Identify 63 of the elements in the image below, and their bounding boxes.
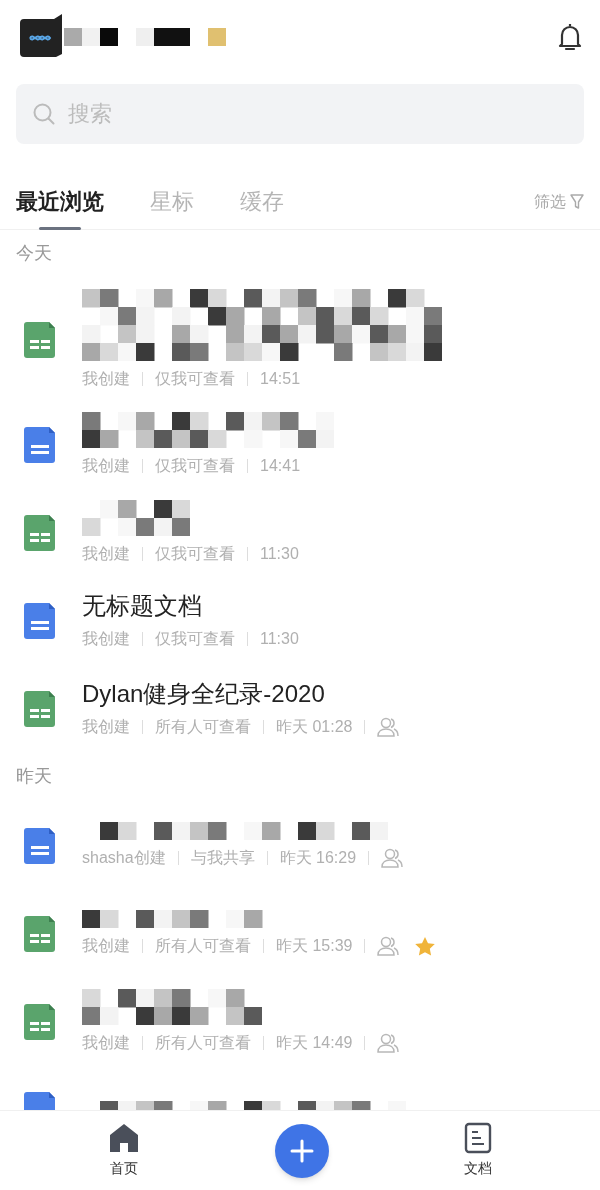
file-meta-text: 仅我可查看 [155, 456, 235, 476]
file-meta-text: 所有人可查看 [155, 936, 251, 956]
file-row[interactable]: 我创建 所有人可查看 昨天 14:49 [0, 978, 600, 1066]
file-meta-text: 我创建 [82, 936, 130, 956]
file-row[interactable]: shasha创建 与我共享 昨天 16:29 [0, 802, 600, 890]
file-meta-text: 14:51 [260, 369, 301, 389]
shared-people-icon [381, 848, 404, 868]
document-file-icon [24, 603, 58, 639]
spreadsheet-file-icon [24, 691, 58, 727]
file-meta-text: 11:30 [260, 544, 299, 564]
file-row[interactable]: 我创建 仅我可查看 14:41 [0, 401, 600, 489]
search-icon [32, 102, 56, 126]
file-row[interactable]: Dylan健身全纪录-2020 我创建 所有人可查看 昨天 01:28 [0, 665, 600, 753]
file-meta-text: 所有人可查看 [155, 717, 251, 737]
plus-icon [290, 1138, 314, 1163]
search-field[interactable]: 搜索 [16, 84, 584, 144]
file-meta-text: 昨天 14:49 [276, 1033, 353, 1053]
file-meta-text: 昨天 01:28 [276, 717, 353, 737]
file-meta-text: 我创建 [82, 456, 130, 476]
file-row[interactable]: 无标题文档 我创建 仅我可查看 11:30 [0, 577, 600, 665]
document-file-icon [24, 828, 58, 864]
filter-icon [570, 193, 584, 210]
file-meta-text: 14:41 [260, 456, 301, 476]
file-row[interactable]: 我创建 所有人可查看 昨天 15:39 [0, 890, 600, 978]
file-meta-text: 我创建 [82, 544, 130, 564]
spreadsheet-file-icon [24, 916, 58, 952]
file-row[interactable]: 我创建 仅我可查看 14:51 [0, 279, 600, 401]
file-meta-text: 11:30 [260, 629, 299, 649]
nav-tab[interactable]: 首页 [107, 1122, 140, 1179]
file-meta-text: 我创建 [82, 717, 130, 737]
file-meta-text: shasha创建 [82, 848, 166, 868]
shared-people-icon [377, 936, 400, 956]
spreadsheet-file-icon [24, 322, 58, 358]
tab[interactable]: 最近浏览 [16, 174, 104, 229]
file-meta-text: 所有人可查看 [155, 1033, 251, 1053]
file-title: 无标题文档 [82, 591, 203, 621]
file-title: Dylan健身全纪录-2020 [82, 679, 326, 709]
section-heading: 今天 [15, 242, 53, 265]
file-meta-text: 我创建 [82, 629, 130, 649]
shared-people-icon [377, 1033, 400, 1053]
file-meta-text: 与我共享 [190, 848, 255, 868]
file-meta-text: 仅我可查看 [155, 544, 235, 564]
section-heading: 昨天 [15, 765, 53, 788]
nav-tab[interactable]: 文档 [464, 1122, 493, 1179]
filter-button[interactable]: 筛选 [534, 189, 584, 214]
file-meta-text: 昨天 15:39 [276, 936, 353, 956]
file-meta-text: 我创建 [82, 1033, 130, 1053]
add-button[interactable] [275, 1123, 329, 1178]
document-file-icon [24, 427, 58, 463]
file-meta-text: 仅我可查看 [155, 369, 235, 389]
document-icon [464, 1122, 493, 1154]
home-icon [107, 1122, 140, 1154]
spreadsheet-file-icon [24, 515, 58, 551]
file-meta-text: 我创建 [82, 369, 130, 389]
file-meta-text: 仅我可查看 [155, 629, 235, 649]
tab[interactable]: 星标 [150, 174, 194, 229]
shared-people-icon [377, 717, 400, 737]
star-icon [415, 936, 436, 956]
spreadsheet-file-icon [24, 1004, 58, 1040]
tab[interactable]: 缓存 [240, 174, 284, 229]
file-row[interactable]: 我创建 仅我可查看 11:30 [0, 489, 600, 577]
file-meta-text: 昨天 16:29 [279, 848, 357, 868]
notification-bell-icon[interactable] [556, 22, 584, 52]
